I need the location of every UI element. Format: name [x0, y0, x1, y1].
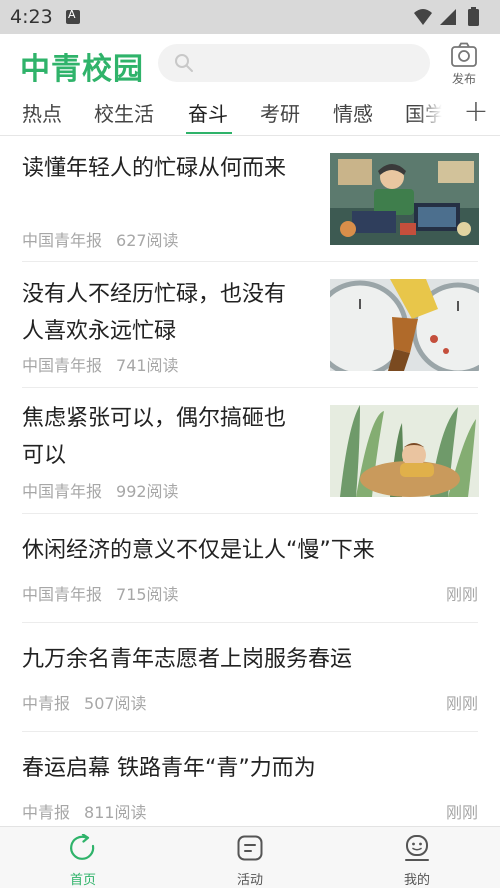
article-source: 中国青年报: [22, 482, 103, 501]
article-title-line: 人喜欢永远忙碌: [22, 319, 177, 344]
article-source: 中国青年报: [22, 231, 103, 250]
article-title-line: 休闲经济的意义不仅是让人“慢”下来: [22, 538, 375, 563]
article-meta: 中青报 507阅读: [22, 690, 161, 714]
tab-hot[interactable]: 热点: [22, 98, 62, 127]
article-item[interactable]: 春运启幕 铁路青年“青”力而为 中青报 811阅读 刚刚: [0, 732, 500, 826]
illustration-desk-work: [330, 153, 479, 245]
nav-activity-label: 活动: [236, 873, 263, 888]
article-title: 焦虑紧张可以，偶尔搞砸也 可以: [22, 400, 286, 474]
publish-label: 发布: [451, 72, 476, 86]
article-thumbnail: [330, 405, 479, 497]
status-bar: 4:23: [0, 0, 500, 34]
article-time: 刚刚: [445, 585, 478, 604]
tab-striving[interactable]: 奋斗: [188, 98, 228, 127]
article-thumbnail: [330, 153, 479, 245]
nav-home[interactable]: 首页: [43, 827, 123, 888]
add-tab-button[interactable]: +: [456, 94, 496, 134]
category-tabs: 热点 校生活 奋斗 考研 情感 国学 +: [0, 94, 500, 136]
active-tab-indicator: [186, 132, 232, 134]
illustration-clock-person: [330, 279, 479, 371]
article-title: 春运启幕 铁路青年“青”力而为: [22, 750, 316, 787]
article-title-line: 没有人不经历忙碌，也没有: [22, 282, 287, 307]
status-time: 4:23: [10, 6, 53, 28]
article-title: 没有人不经历忙碌，也没有 人喜欢永远忙碌: [22, 276, 286, 350]
signal-icon: [440, 9, 456, 25]
tab-emotion[interactable]: 情感: [333, 98, 373, 127]
input-method-icon: [66, 8, 80, 24]
illustration-relaxing-basket: [330, 405, 479, 497]
article-meta: 中国青年报 715阅读: [22, 581, 193, 605]
article-item[interactable]: 没有人不经历忙碌，也没有 人喜欢永远忙碌 中国青年报 741阅读: [0, 262, 500, 388]
article-reads: 507阅读: [84, 694, 147, 713]
bottom-nav: 首页 活动 我的: [0, 826, 500, 888]
status-icons: [414, 7, 479, 26]
battery-icon: [468, 9, 479, 26]
article-meta: 中国青年报 992阅读: [22, 478, 193, 502]
refresh-icon: [70, 834, 95, 860]
article-source: 中青报: [22, 803, 71, 822]
app-logo: 中青校园: [20, 52, 144, 87]
article-item[interactable]: 九万余名青年志愿者上岗服务春运 中青报 507阅读 刚刚: [0, 623, 500, 732]
article-thumbnail: [330, 279, 479, 371]
app-header: 中青校园 发布: [0, 34, 500, 94]
article-title: 读懂年轻人的忙碌从何而来: [22, 150, 286, 187]
article-time: 刚刚: [445, 694, 478, 713]
nav-activity[interactable]: 活动: [210, 827, 290, 888]
article-title-line: 读懂年轻人的忙碌从何而来: [22, 156, 287, 181]
tab-grad-exam[interactable]: 考研: [260, 98, 300, 127]
nav-profile-label: 我的: [403, 873, 430, 888]
article-title-line: 可以: [22, 443, 67, 468]
publish-button[interactable]: 发布: [446, 42, 482, 88]
article-reads: 627阅读: [116, 231, 179, 250]
article-time: 刚刚: [445, 803, 478, 822]
tab-fade: [418, 94, 452, 135]
article-meta: 中国青年报 741阅读: [22, 352, 193, 376]
tab-campus-life[interactable]: 校生活: [94, 98, 154, 127]
article-item[interactable]: 休闲经济的意义不仅是让人“慢”下来 中国青年报 715阅读 刚刚: [0, 514, 500, 623]
article-source: 中国青年报: [22, 356, 103, 375]
article-title-line: 焦虑紧张可以，偶尔搞砸也: [22, 406, 287, 431]
search-input[interactable]: [158, 44, 430, 82]
article-source: 中国青年报: [22, 585, 103, 604]
article-meta: 中国青年报 627阅读: [22, 227, 193, 251]
article-title-line: 九万余名青年志愿者上岗服务春运: [22, 647, 353, 672]
article-item[interactable]: 读懂年轻人的忙碌从何而来 中国青年报 627阅读: [0, 136, 500, 262]
profile-icon: [405, 835, 429, 861]
camera-icon: [451, 42, 477, 67]
article-title: 九万余名青年志愿者上岗服务春运: [22, 641, 352, 678]
article-title-line: 春运启幕 铁路青年“青”力而为: [22, 756, 316, 781]
nav-home-label: 首页: [69, 873, 96, 888]
nav-profile[interactable]: 我的: [377, 827, 457, 888]
article-title: 休闲经济的意义不仅是让人“慢”下来: [22, 532, 375, 569]
article-reads: 741阅读: [116, 356, 179, 375]
note-icon: [237, 835, 263, 861]
article-item[interactable]: 焦虑紧张可以，偶尔搞砸也 可以 中国青年报 992阅读: [0, 388, 500, 514]
article-source: 中青报: [22, 694, 71, 713]
wifi-icon: [414, 9, 432, 25]
search-icon: [175, 54, 193, 72]
article-reads: 811阅读: [84, 803, 147, 822]
article-reads: 992阅读: [116, 482, 179, 501]
article-reads: 715阅读: [116, 585, 179, 604]
article-meta: 中青报 811阅读: [22, 799, 161, 823]
